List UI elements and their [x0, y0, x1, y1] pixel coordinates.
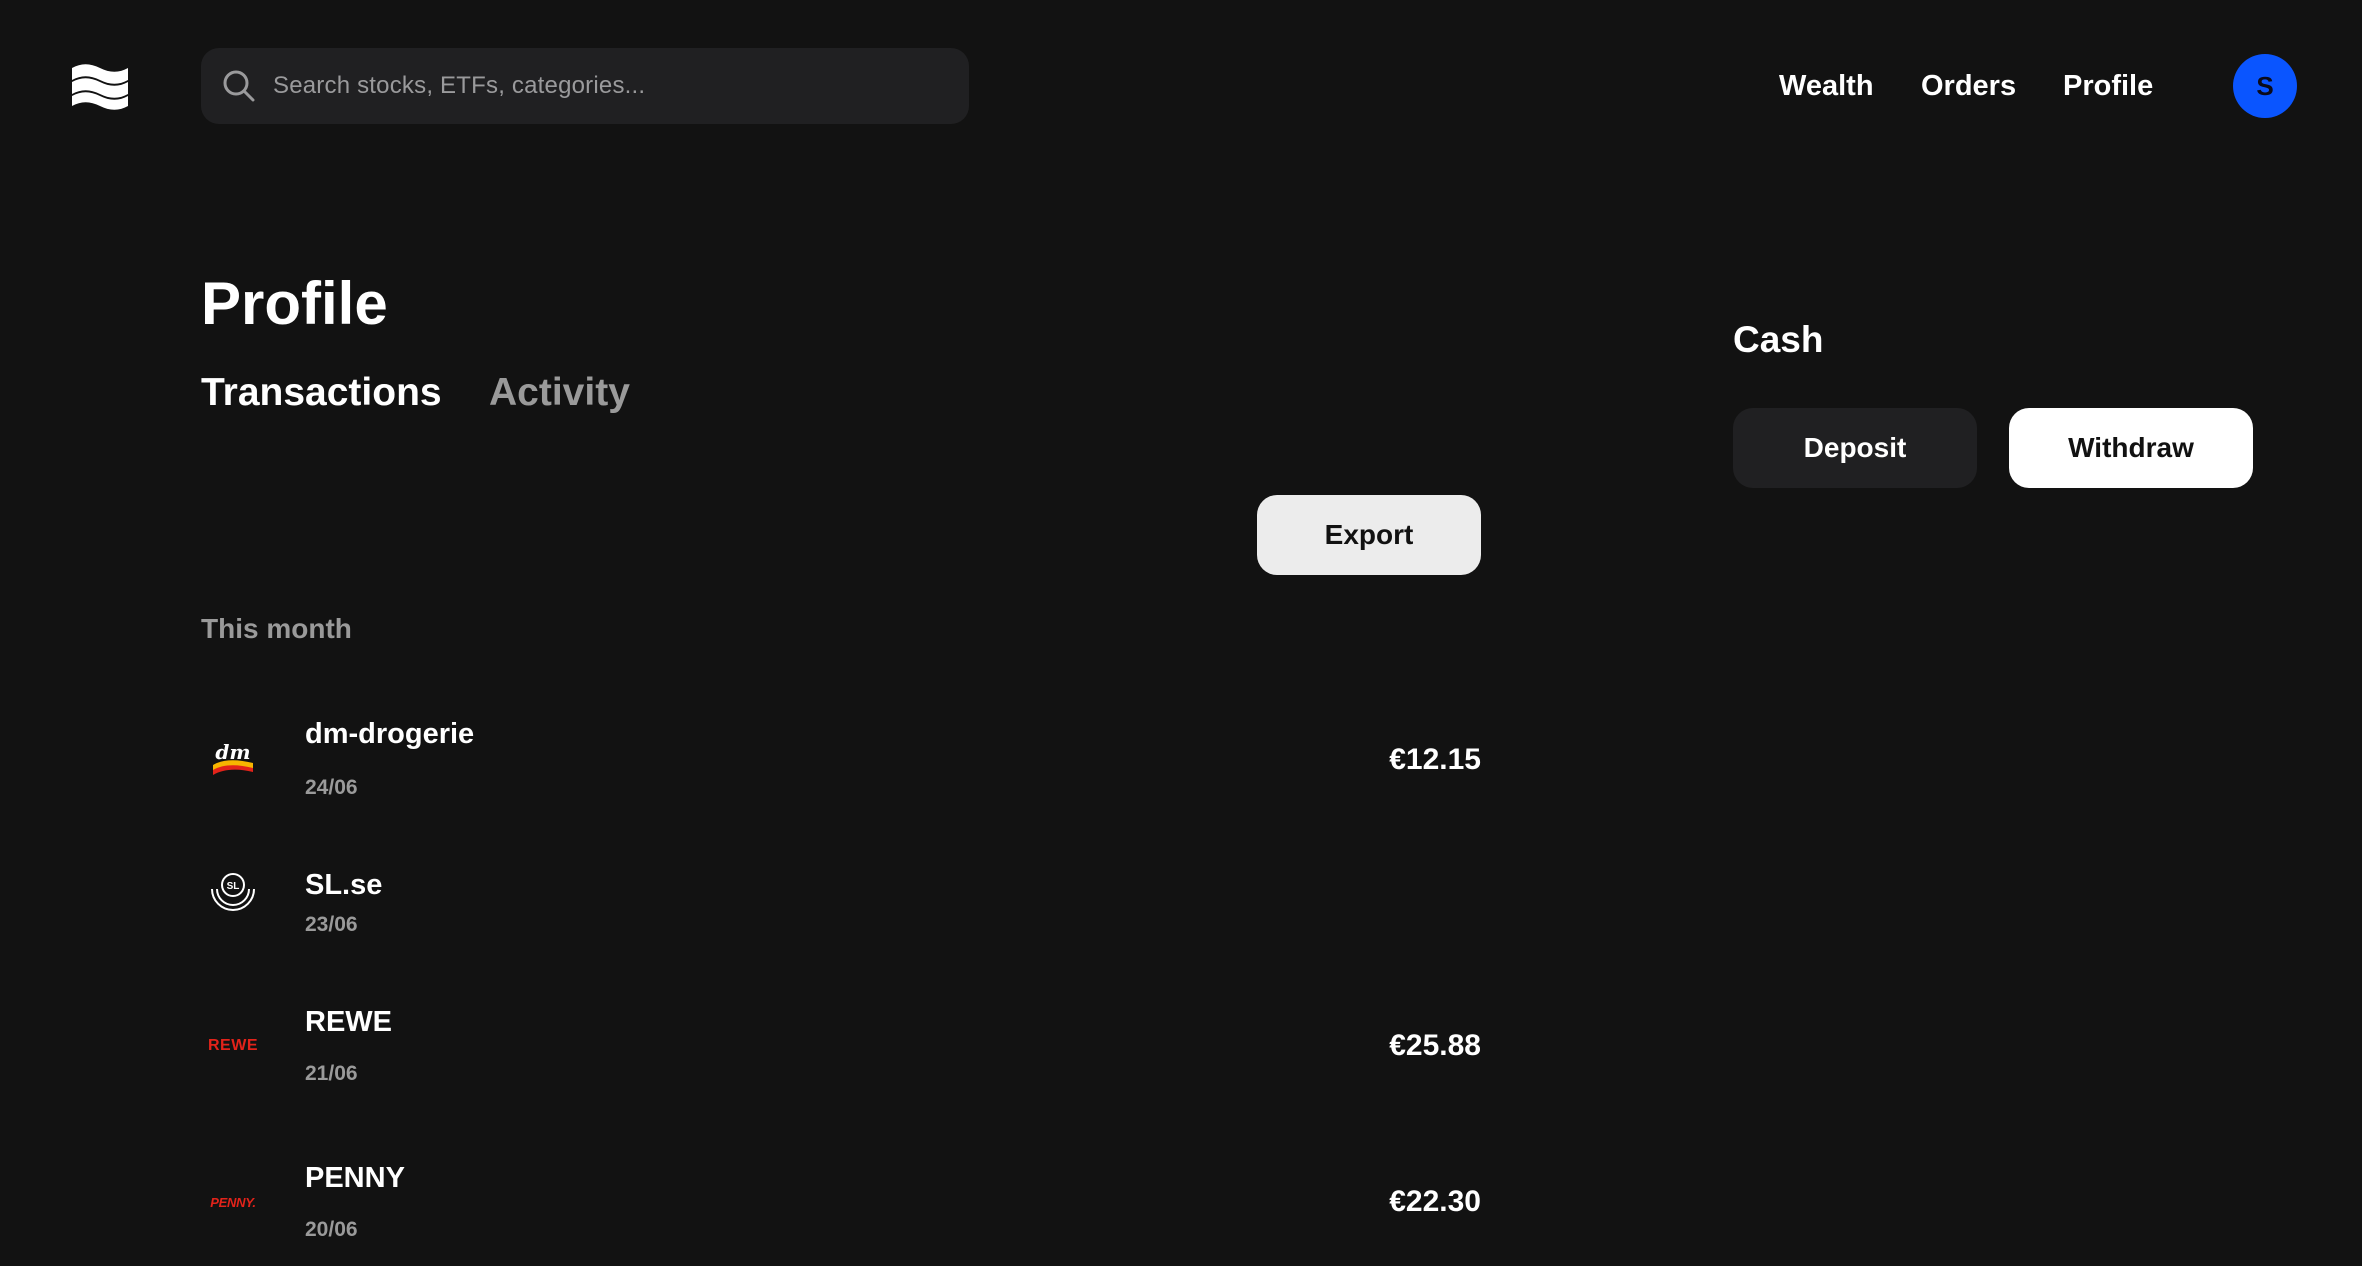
app-page: Search stocks, ETFs, categories... Wealt… [0, 0, 2362, 1266]
nav-orders[interactable]: Orders [1921, 62, 2016, 110]
page-title: Profile [201, 270, 388, 337]
deposit-button[interactable]: Deposit [1733, 408, 1977, 488]
transaction-date: 24/06 [305, 776, 358, 799]
search-placeholder: Search stocks, ETFs, categories... [273, 72, 646, 99]
sl-logo-icon: SL [207, 863, 259, 915]
penny-logo-text: PENNY. [210, 1194, 256, 1210]
sl-logo-text: SL [227, 881, 240, 892]
transaction-row[interactable]: REWE REWE 21/06 €25.88 [201, 1000, 1481, 1100]
transaction-name: dm-drogerie [305, 718, 475, 750]
transaction-name: PENNY [305, 1162, 405, 1194]
withdraw-button[interactable]: Withdraw [2009, 408, 2253, 488]
transaction-name: REWE [305, 1006, 392, 1038]
transaction-date: 20/06 [305, 1218, 358, 1241]
export-button[interactable]: Export [1257, 495, 1481, 575]
section-label-this-month: This month [201, 613, 352, 644]
nav-profile[interactable]: Profile [2063, 62, 2153, 110]
penny-logo-icon: PENNY. [207, 1176, 259, 1228]
avatar[interactable]: S [2233, 54, 2297, 118]
transaction-amount: €22.30 [1389, 1185, 1481, 1218]
tab-activity[interactable]: Activity [489, 370, 630, 416]
nav-wealth[interactable]: Wealth [1779, 62, 1874, 110]
transaction-name: SL.se [305, 869, 383, 901]
search-icon [223, 70, 255, 102]
transaction-amount: €25.88 [1389, 1029, 1481, 1062]
transaction-date: 23/06 [305, 913, 358, 936]
transaction-amount: €12.15 [1389, 743, 1481, 776]
transaction-row[interactable]: dm dm-drogerie 24/06 €12.15 [201, 709, 1481, 809]
tab-transactions[interactable]: Transactions [201, 370, 442, 416]
dm-logo-icon: dm [207, 733, 259, 785]
rewe-logo-text: REWE [208, 1037, 258, 1054]
search-input[interactable]: Search stocks, ETFs, categories... [201, 48, 969, 124]
wave-flag-icon[interactable] [72, 62, 128, 110]
transaction-row[interactable]: PENNY. PENNY 20/06 €22.30 [201, 1156, 1481, 1256]
cash-title: Cash [1733, 319, 1824, 360]
transaction-row[interactable]: SL SL.se 23/06 [201, 863, 1481, 963]
rewe-logo-icon: REWE [207, 1020, 259, 1072]
transaction-date: 21/06 [305, 1062, 358, 1085]
